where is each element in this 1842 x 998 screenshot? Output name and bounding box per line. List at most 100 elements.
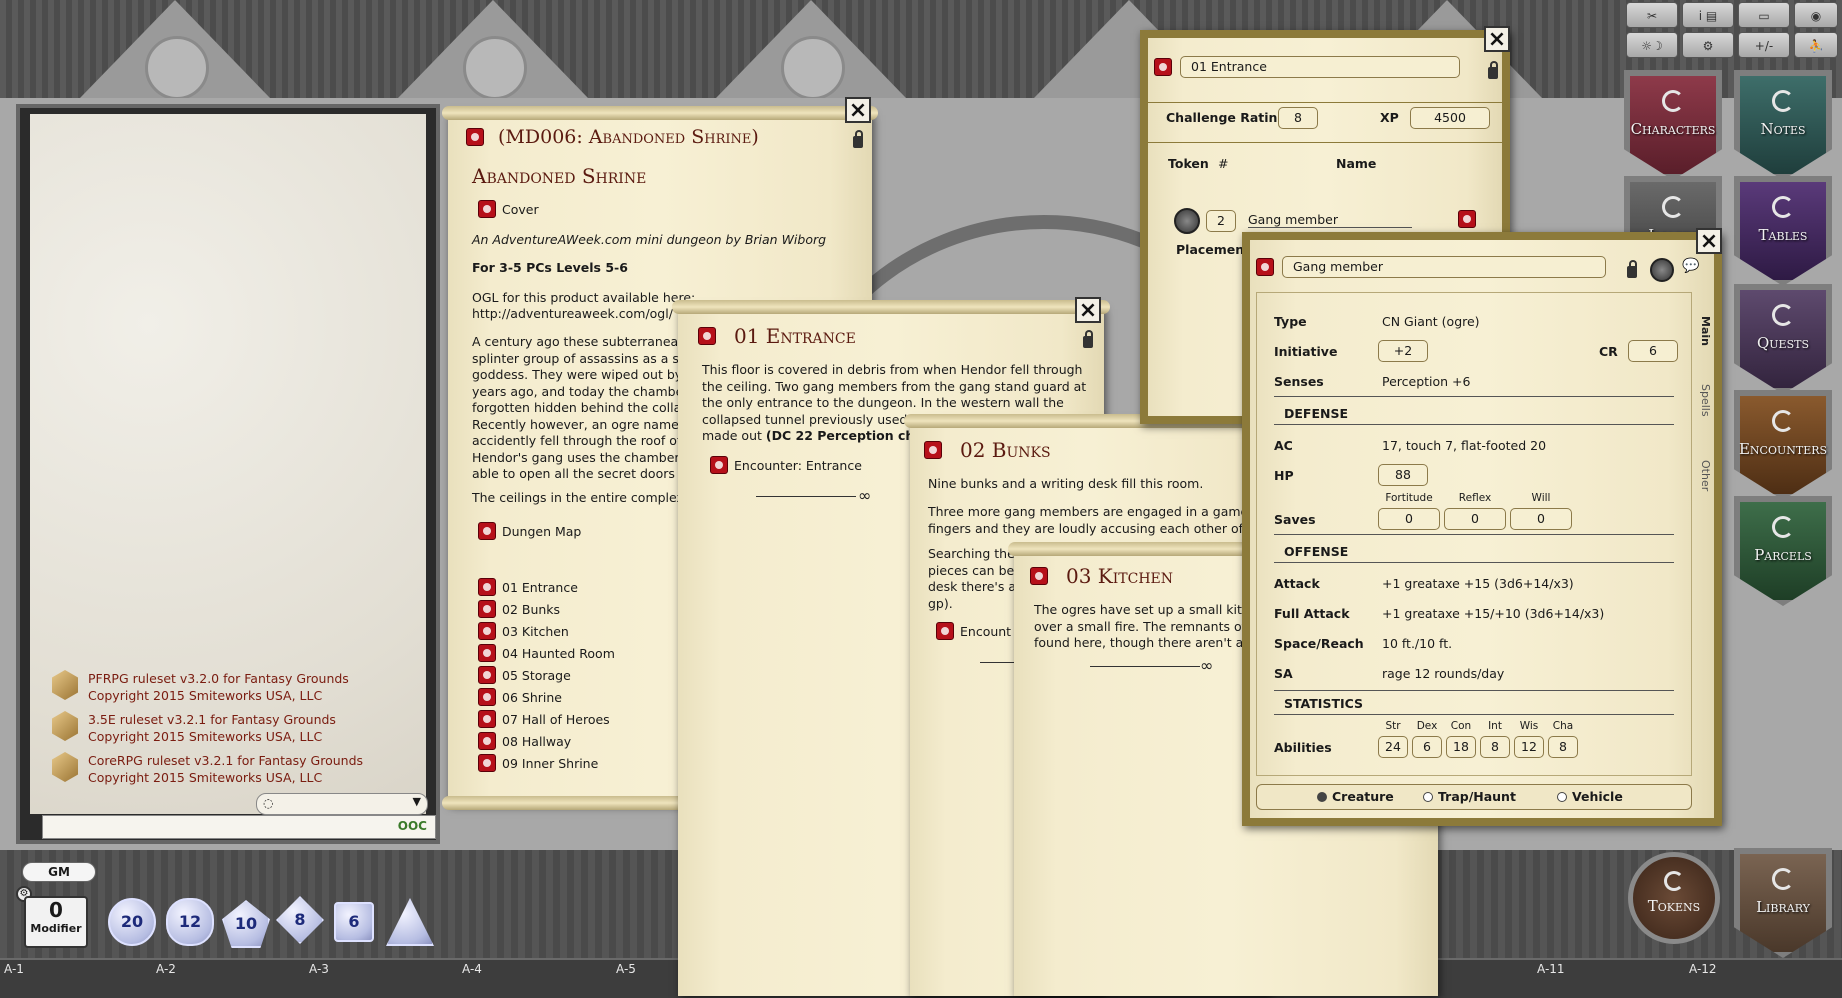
ability-score-field[interactable]: 8: [1480, 736, 1510, 758]
modifiers-tool-button[interactable]: +/-: [1738, 32, 1790, 58]
kind-option-creature[interactable]: Creature: [1317, 789, 1394, 804]
encounter-link[interactable]: Encount: [936, 622, 1011, 640]
d12-die[interactable]: 12: [166, 898, 214, 946]
reflex-field[interactable]: 0: [1444, 508, 1506, 530]
hotkey-label[interactable]: A-2: [156, 962, 176, 976]
encounter-link[interactable]: Encounter: Entrance: [710, 456, 862, 474]
close-button[interactable]: ×: [1696, 228, 1722, 254]
chat-log[interactable]: PFRPG ruleset v3.2.0 for Fantasy Grounds…: [30, 114, 426, 814]
record-link-icon[interactable]: [1458, 210, 1477, 228]
token-portrait[interactable]: [1650, 258, 1674, 282]
hotkey-label[interactable]: A-4: [462, 962, 482, 976]
attack-label: Attack: [1274, 576, 1320, 591]
close-button[interactable]: ×: [1075, 297, 1101, 323]
npc-count-field[interactable]: 2: [1206, 210, 1236, 232]
d20-die[interactable]: 20: [108, 898, 156, 946]
lock-icon[interactable]: [853, 130, 863, 148]
chat-speaker-select[interactable]: ◌ ▼: [256, 793, 428, 815]
link-label: 06 Shrine: [502, 689, 562, 705]
room-link[interactable]: 02 Bunks: [478, 600, 560, 618]
room-link[interactable]: 01 Entrance: [478, 578, 578, 596]
close-button[interactable]: ×: [1484, 26, 1510, 52]
camera-tool-button[interactable]: ◉: [1794, 2, 1838, 28]
tokens-button[interactable]: Tokens: [1628, 852, 1720, 944]
ac-value[interactable]: 17, touch 7, flat-footed 20: [1382, 438, 1546, 453]
room-link[interactable]: 09 Inner Shrine: [478, 754, 598, 772]
tab-spells[interactable]: Spells: [1699, 384, 1712, 417]
record-link-icon[interactable]: [1154, 58, 1172, 76]
story-paragraph: A century ago these subterranean splinte…: [472, 334, 712, 483]
hp-field[interactable]: 88: [1378, 464, 1428, 486]
tab-main[interactable]: Main: [1699, 316, 1712, 346]
effects-tool-button[interactable]: ⛹: [1794, 32, 1838, 58]
record-link-icon[interactable]: [1256, 258, 1274, 276]
lighting-tool-button[interactable]: ☼☽: [1626, 32, 1678, 58]
room-link[interactable]: 04 Haunted Room: [478, 644, 615, 662]
record-link-icon[interactable]: [466, 128, 484, 146]
ability-score-field[interactable]: 24: [1378, 736, 1408, 758]
tab-other[interactable]: Other: [1699, 460, 1712, 491]
record-link-icon[interactable]: [924, 441, 942, 459]
cr-field[interactable]: 6: [1628, 340, 1678, 362]
story-heading: Abandoned Shrine: [472, 164, 647, 188]
link-label: 05 Storage: [502, 667, 571, 683]
hotkey-label[interactable]: A-5: [616, 962, 636, 976]
speech-bubble-icon[interactable]: 💬: [1682, 258, 1699, 274]
room-link[interactable]: 03 Kitchen: [478, 622, 569, 640]
lock-icon[interactable]: [1083, 330, 1093, 348]
hotkey-label[interactable]: A-1: [4, 962, 24, 976]
chat-input[interactable]: OOC: [42, 815, 436, 839]
senses-value[interactable]: Perception +6: [1382, 374, 1471, 389]
attack-value[interactable]: +1 greataxe +15 (3d6+14/x3): [1382, 576, 1574, 591]
hotkey-label[interactable]: A-3: [309, 962, 329, 976]
fortitude-field[interactable]: 0: [1378, 508, 1440, 530]
scroll-roll-top: [672, 300, 1110, 314]
npc-name-field[interactable]: Gang member: [1282, 256, 1606, 278]
ability-score-field[interactable]: 6: [1412, 736, 1442, 758]
room-link[interactable]: 08 Hallway: [478, 732, 571, 750]
record-link-icon[interactable]: [698, 327, 716, 345]
close-button[interactable]: ×: [845, 97, 871, 123]
type-value[interactable]: CN Giant (ogre): [1382, 314, 1480, 329]
description-line: the only entrance to the dungeon. In the…: [702, 395, 1064, 410]
sa-value[interactable]: rage 12 rounds/day: [1382, 666, 1504, 681]
kind-option-trap[interactable]: Trap/Haunt: [1423, 789, 1516, 804]
lock-icon[interactable]: [1627, 260, 1637, 278]
will-field[interactable]: 0: [1510, 508, 1572, 530]
sa-label: SA: [1274, 666, 1293, 681]
ability-score-field[interactable]: 12: [1514, 736, 1544, 758]
info-tool-button[interactable]: i ▤: [1682, 2, 1734, 28]
modifier-box[interactable]: 0 Modifier: [24, 896, 88, 948]
ability-score-field[interactable]: 18: [1446, 736, 1476, 758]
space-reach-value[interactable]: 10 ft./10 ft.: [1382, 636, 1452, 651]
encounter-name-field[interactable]: 01 Entrance: [1180, 56, 1460, 78]
token-portrait[interactable]: [1174, 208, 1200, 234]
room-link[interactable]: 07 Hall of Heroes: [478, 710, 610, 728]
lock-icon[interactable]: [1488, 60, 1498, 79]
initiative-field[interactable]: +2: [1378, 340, 1428, 362]
options-tool-button[interactable]: ⚙: [1682, 32, 1734, 58]
room-link[interactable]: 05 Storage: [478, 666, 571, 684]
ogl-url[interactable]: http://adventureaweek.com/ogl/: [472, 306, 673, 323]
ooc-toggle[interactable]: OOC: [398, 819, 427, 833]
clip-tool-button[interactable]: ✂: [1626, 2, 1678, 28]
full-attack-value[interactable]: +1 greataxe +15/+10 (3d6+14/x3): [1382, 606, 1604, 621]
map-link[interactable]: Dungen Map: [478, 522, 581, 540]
cover-link[interactable]: Cover: [478, 200, 539, 218]
hotkey-label[interactable]: A-11: [1537, 962, 1565, 976]
record-link-icon[interactable]: [1030, 567, 1048, 585]
scroll-roll-top: [442, 106, 878, 120]
kind-option-vehicle[interactable]: Vehicle: [1557, 789, 1623, 804]
hotkey-label[interactable]: A-12: [1689, 962, 1717, 976]
npc-name-field[interactable]: Gang member: [1248, 212, 1412, 228]
senses-label: Senses: [1274, 374, 1324, 389]
d6-die[interactable]: 6: [334, 902, 374, 942]
section-divider: [1274, 562, 1674, 563]
ability-score-field[interactable]: 8: [1548, 736, 1578, 758]
page-tool-button[interactable]: ▭: [1738, 2, 1790, 28]
identity-label[interactable]: GM: [22, 862, 96, 882]
room-link[interactable]: 06 Shrine: [478, 688, 562, 706]
link-label: 03 Kitchen: [502, 623, 569, 639]
xp-field[interactable]: 4500: [1410, 107, 1490, 129]
cr-field[interactable]: 8: [1278, 107, 1318, 129]
